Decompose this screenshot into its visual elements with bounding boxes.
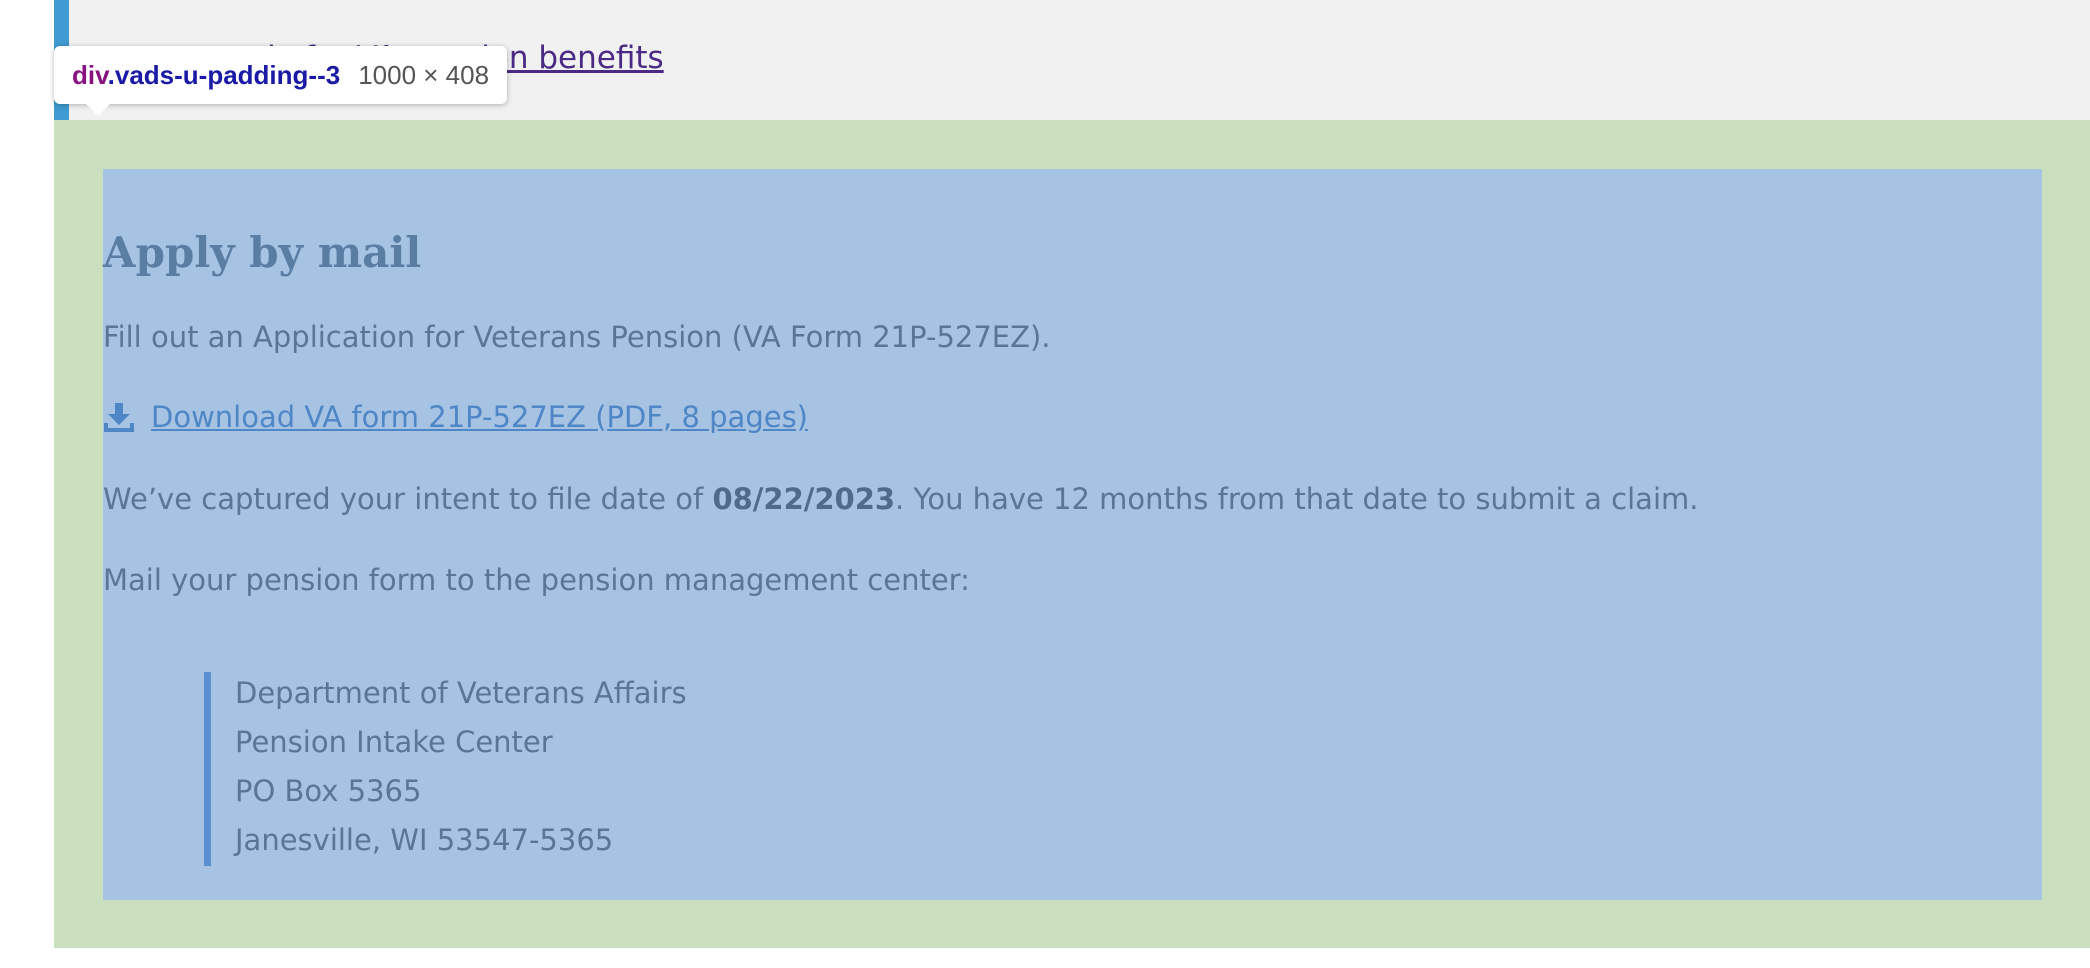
tooltip-dimensions: 1000 × 408 <box>358 59 490 90</box>
intent-text-before: We’ve captured your intent to file date … <box>103 482 713 516</box>
download-form-link[interactable]: Download VA form 21P-527EZ (PDF, 8 pages… <box>103 400 808 434</box>
tooltip-tag: div <box>72 59 108 90</box>
address-line-city-state-zip: Janesville, WI 53547-5365 <box>235 823 614 857</box>
address-line-center: Pension Intake Center <box>235 725 553 759</box>
devtools-element-tooltip: div.vads-u-padding--3 1000 × 408 <box>54 46 508 116</box>
apply-by-mail-heading: Apply by mail <box>103 228 422 277</box>
address-line-po-box: PO Box 5365 <box>235 774 422 808</box>
form-intro-text: Fill out an Application for Veterans Pen… <box>103 320 1051 354</box>
mail-instruction-text: Mail your pension form to the pension ma… <box>103 563 970 597</box>
intent-text-after: . You have 12 months from that date to s… <box>895 482 1699 516</box>
intent-to-file-date: 08/22/2023 <box>712 482 896 516</box>
mailing-address-block: Department of Veterans Affairs Pension I… <box>204 672 1111 866</box>
download-form-label: Download VA form 21P-527EZ (PDF, 8 pages… <box>151 400 808 434</box>
tooltip-selector: div.vads-u-padding--3 <box>72 60 340 91</box>
address-line-department: Department of Veterans Affairs <box>235 676 687 710</box>
intent-to-file-text: We’ve captured your intent to file date … <box>103 482 1698 516</box>
download-icon <box>104 403 134 432</box>
page: o apply for VA pension benefits div.vads… <box>0 0 2090 968</box>
tooltip-class: .vads-u-padding--3 <box>107 59 341 90</box>
